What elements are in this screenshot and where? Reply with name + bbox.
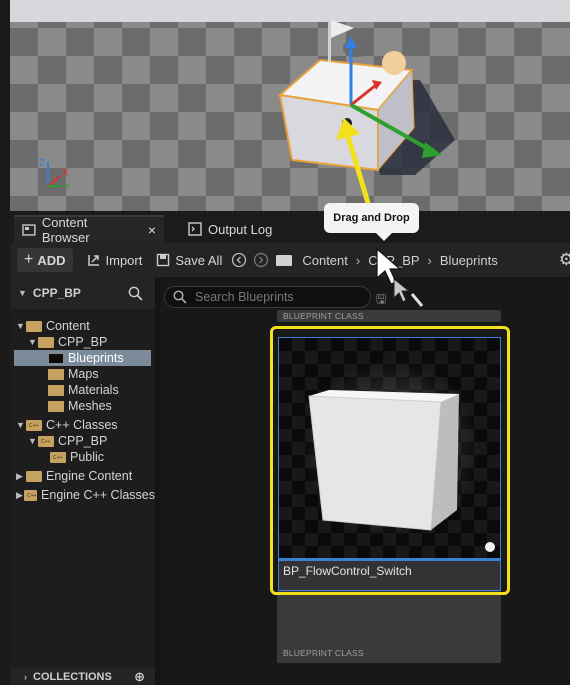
tree-item-label: C++ Classes bbox=[46, 418, 118, 432]
search-icon[interactable] bbox=[128, 286, 143, 301]
tooltip-text: Drag and Drop bbox=[333, 212, 410, 224]
tree-item-label: Maps bbox=[68, 367, 99, 381]
history-forward-button[interactable] bbox=[250, 248, 272, 272]
tree-item-label: Blueprints bbox=[68, 351, 124, 365]
tree-item-label: Engine Content bbox=[46, 469, 133, 483]
flag-pole-icon bbox=[328, 20, 331, 62]
folder-icon bbox=[26, 470, 42, 482]
tree-item-label: Engine C++ Classes bbox=[41, 488, 155, 502]
expand-arrow-icon[interactable]: ▼ bbox=[28, 337, 38, 347]
sources-panel: ▼ CPP_BP ▼ Content ▼ CPP_BP Blueprints Map… bbox=[10, 277, 155, 685]
import-button[interactable]: Import bbox=[81, 248, 149, 272]
tree-item-label: Public bbox=[70, 450, 105, 464]
tree-item-cpp-classes[interactable]: ▼ C++ Classes bbox=[16, 417, 118, 433]
tree-item-label: Materials bbox=[68, 383, 119, 397]
folder-icon bbox=[48, 368, 64, 380]
content-browser-icon bbox=[22, 224, 36, 236]
breadcrumb-content[interactable]: Content bbox=[302, 253, 348, 268]
add-collection-icon[interactable]: ⊕ bbox=[134, 669, 145, 685]
tab-content-browser[interactable]: Content Browser × bbox=[14, 215, 164, 245]
collapse-arrow-icon[interactable]: ▼ bbox=[18, 288, 27, 298]
cpp-folder-icon bbox=[24, 489, 38, 501]
history-back-button[interactable] bbox=[228, 248, 250, 272]
tree-item-engine-cpp-classes[interactable]: ▶ Engine C++ Classes bbox=[16, 487, 155, 503]
content-toolbar: + ADD Import Save All Content › CPP_BP ›… bbox=[10, 243, 570, 277]
folder-icon bbox=[26, 320, 42, 332]
add-button-label: ADD bbox=[37, 252, 66, 268]
breadcrumb-separator-icon: › bbox=[355, 252, 361, 268]
gear-icon: ⚙ bbox=[558, 250, 570, 269]
settings-button[interactable]: ⚙ bbox=[559, 248, 570, 272]
light-sprite-icon bbox=[382, 51, 406, 75]
import-button-label: Import bbox=[105, 252, 143, 268]
plus-icon: + bbox=[24, 251, 34, 268]
viewport-scene: Z X Y bbox=[39, 20, 455, 211]
tree-item-label: CPP_BP bbox=[58, 335, 108, 349]
asset-type-label: BLUEPRINT CLASS bbox=[283, 648, 364, 658]
asset-type-label: BLUEPRINT CLASS bbox=[283, 311, 364, 321]
add-button[interactable]: + ADD bbox=[17, 248, 73, 272]
collections-label: COLLECTIONS bbox=[33, 670, 112, 683]
axis-x-label: X bbox=[62, 168, 69, 179]
collections-header[interactable]: › COLLECTIONS ⊕ bbox=[10, 668, 155, 685]
drag-highlight-frame bbox=[270, 326, 510, 595]
folder-open-icon bbox=[48, 352, 64, 364]
tree-item-label: Content bbox=[46, 319, 90, 333]
tab-content-browser-label: Content Browser bbox=[41, 215, 90, 245]
cpp-folder-icon bbox=[38, 435, 54, 447]
tree-item-content[interactable]: ▼ Content bbox=[16, 318, 90, 334]
tree-item-label: CPP_BP bbox=[58, 434, 108, 448]
expand-arrow-icon[interactable]: ▶ bbox=[16, 471, 26, 482]
flag-icon bbox=[331, 20, 354, 38]
save-all-label: Save All bbox=[175, 252, 223, 268]
close-tab-icon[interactable]: × bbox=[148, 222, 156, 238]
asset-card-drag-source[interactable]: BLUEPRINT CLASS bbox=[277, 591, 501, 663]
folder-icon bbox=[276, 254, 293, 266]
output-log-icon bbox=[188, 222, 202, 236]
cpp-folder-icon bbox=[50, 451, 66, 463]
back-arrow-icon bbox=[232, 252, 247, 268]
expand-arrow-icon[interactable]: ▼ bbox=[16, 321, 26, 331]
search-bar[interactable]: Search Blueprints bbox=[164, 286, 371, 308]
tree-item-label: Meshes bbox=[68, 399, 112, 413]
tab-output-log[interactable]: Output Log bbox=[180, 215, 280, 243]
folder-icon bbox=[48, 384, 64, 396]
search-icon bbox=[173, 290, 187, 304]
level-viewport[interactable]: Z X Y bbox=[10, 0, 570, 211]
tree-item-materials[interactable]: Materials bbox=[48, 382, 119, 398]
expand-arrow-icon[interactable]: › bbox=[24, 672, 27, 682]
axis-z-label: Z bbox=[39, 158, 45, 169]
sources-header-label: CPP_BP bbox=[32, 286, 81, 300]
tree-item-cpp-bp[interactable]: ▼ CPP_BP bbox=[28, 334, 107, 350]
import-icon bbox=[87, 255, 99, 266]
tab-bar: Content Browser × Output Log bbox=[10, 211, 570, 245]
save-icon bbox=[157, 253, 170, 267]
sources-header: ▼ CPP_BP bbox=[10, 277, 155, 309]
mouse-cursor-icon bbox=[376, 247, 424, 307]
tree-item-public[interactable]: Public bbox=[50, 449, 104, 465]
drag-drop-tooltip: Drag and Drop bbox=[324, 203, 419, 241]
search-placeholder: Search Blueprints bbox=[195, 290, 294, 304]
tree-item-engine-content[interactable]: ▶ Engine Content bbox=[16, 468, 132, 484]
tree-item-meshes[interactable]: Meshes bbox=[48, 398, 112, 414]
window-edge bbox=[0, 0, 10, 685]
folder-icon bbox=[38, 336, 54, 348]
tree-item-cpp-bp-classes[interactable]: ▼ CPP_BP bbox=[28, 433, 107, 449]
cpp-folder-icon bbox=[26, 419, 42, 431]
folder-icon bbox=[48, 400, 64, 412]
axis-indicator-x bbox=[47, 175, 61, 187]
save-all-button[interactable]: Save All bbox=[150, 248, 228, 272]
expand-arrow-icon[interactable]: ▼ bbox=[28, 436, 38, 446]
forward-arrow-icon bbox=[254, 252, 269, 268]
breadcrumb-blueprints[interactable]: Blueprints bbox=[440, 253, 498, 268]
expand-arrow-icon[interactable]: ▶ bbox=[16, 490, 24, 501]
tree-item-maps[interactable]: Maps bbox=[48, 366, 99, 382]
axis-y-label: Y bbox=[64, 182, 71, 193]
tab-output-log-label: Output Log bbox=[208, 221, 273, 237]
expand-arrow-icon[interactable]: ▼ bbox=[16, 420, 26, 430]
tree-item-blueprints[interactable]: Blueprints bbox=[14, 350, 151, 366]
